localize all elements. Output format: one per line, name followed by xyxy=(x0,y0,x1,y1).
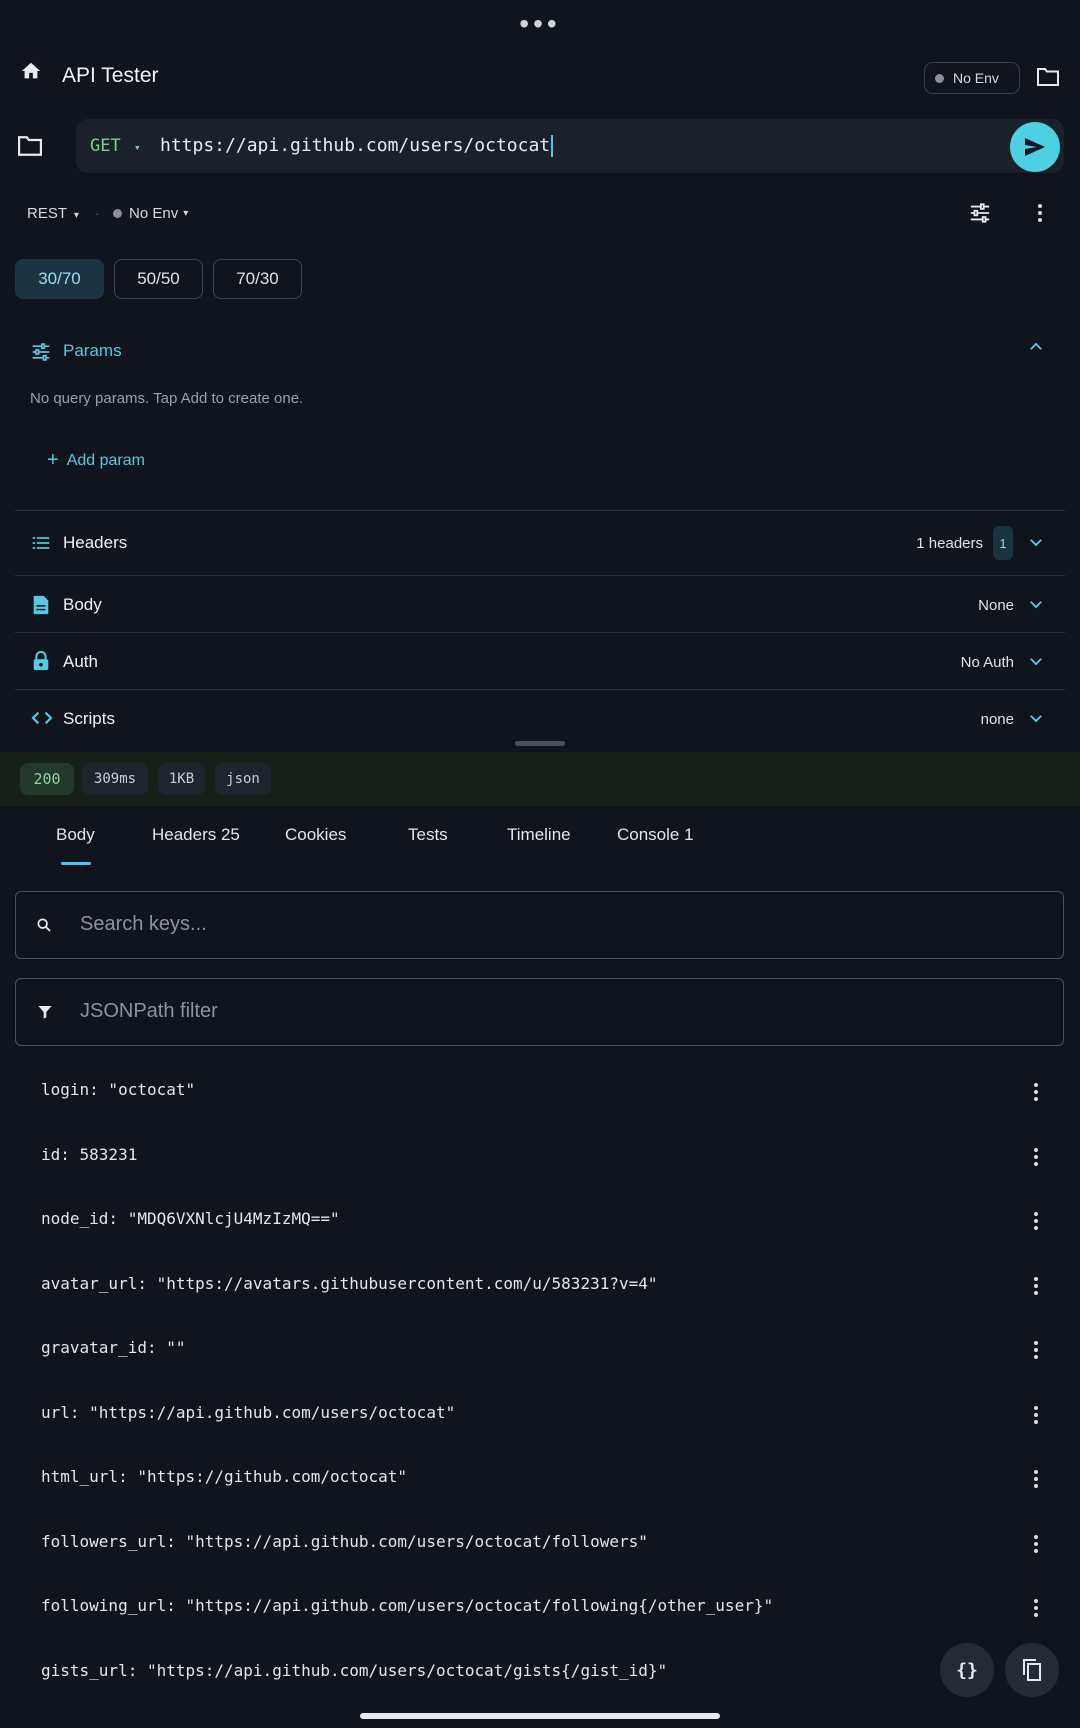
headers-count: 1 headers xyxy=(916,535,983,552)
protocol-selector[interactable]: REST ▾ xyxy=(27,205,79,222)
env-status-dot-icon xyxy=(935,73,944,83)
json-row[interactable]: followers_url: "https://api.github.com/u… xyxy=(41,1532,648,1551)
split-30-70-button[interactable]: 30/70 xyxy=(15,259,104,299)
response-time-chip: 309ms xyxy=(82,763,148,795)
active-tab-indicator xyxy=(61,862,91,865)
json-row[interactable]: url: "https://api.github.com/users/octoc… xyxy=(41,1403,455,1422)
tab-body[interactable]: Body xyxy=(56,825,95,845)
window-menu-dots[interactable]: ••• xyxy=(0,10,1080,38)
divider xyxy=(15,632,1065,633)
jsonpath-filter-placeholder: JSONPath filter xyxy=(80,1000,218,1022)
row-more-icon[interactable] xyxy=(1030,1338,1042,1362)
response-size-chip: 1KB xyxy=(158,763,205,795)
split-50-50-button[interactable]: 50/50 xyxy=(114,259,203,299)
body-type-value: None xyxy=(978,597,1014,614)
environment-pill-label: No Env xyxy=(953,70,999,86)
url-value: https://api.github.com/users/octocat xyxy=(160,135,551,156)
code-icon xyxy=(31,709,53,732)
copy-button[interactable] xyxy=(1005,1643,1059,1697)
text-caret xyxy=(551,135,554,157)
headers-section-title[interactable]: Headers xyxy=(63,533,127,553)
chevron-down-icon[interactable] xyxy=(1027,595,1045,618)
method-label: GET xyxy=(90,136,121,156)
more-vert-icon[interactable] xyxy=(1034,201,1046,225)
tab-headers[interactable]: Headers 25 xyxy=(152,825,240,845)
collections-folder-icon[interactable] xyxy=(16,134,44,163)
split-drag-handle[interactable] xyxy=(515,741,565,746)
json-row[interactable]: html_url: "https://github.com/octocat" xyxy=(41,1467,407,1486)
row-more-icon[interactable] xyxy=(1030,1532,1042,1556)
row-more-icon[interactable] xyxy=(1030,1403,1042,1427)
body-section-title[interactable]: Body xyxy=(63,595,102,615)
response-format-chip: json xyxy=(215,763,271,795)
env-selector-label: No Env xyxy=(129,205,179,222)
tab-console[interactable]: Console 1 xyxy=(617,825,694,845)
env-dot-icon xyxy=(113,209,122,218)
row-more-icon[interactable] xyxy=(1030,1274,1042,1298)
status-code-chip: 200 xyxy=(20,763,74,795)
method-selector[interactable]: GET ▾ xyxy=(90,136,141,156)
json-row[interactable]: login: "octocat" xyxy=(41,1080,195,1099)
json-row[interactable]: id: 583231 xyxy=(41,1145,137,1164)
json-row[interactable]: node_id: "MDQ6VXNlcjU4MzIzMQ==" xyxy=(41,1209,340,1228)
split-70-30-button[interactable]: 70/30 xyxy=(213,259,302,299)
chevron-down-icon: ▾ xyxy=(73,210,79,221)
braces-icon: {} xyxy=(956,1659,978,1681)
row-more-icon[interactable] xyxy=(1030,1596,1042,1620)
protocol-label: REST xyxy=(27,205,67,222)
params-title[interactable]: Params xyxy=(63,341,122,361)
search-icon xyxy=(36,917,52,938)
chevron-down-icon: ▾ xyxy=(183,208,189,219)
add-param-button[interactable]: + Add param xyxy=(47,449,145,472)
home-icon[interactable] xyxy=(20,60,42,87)
search-keys-placeholder: Search keys... xyxy=(80,913,207,935)
divider xyxy=(15,689,1065,690)
home-indicator[interactable] xyxy=(360,1713,720,1719)
chevron-down-icon[interactable] xyxy=(1027,533,1045,556)
send-button[interactable] xyxy=(1010,122,1060,172)
plus-icon: + xyxy=(47,449,59,471)
row-more-icon[interactable] xyxy=(1030,1080,1042,1104)
divider xyxy=(15,575,1065,576)
format-json-button[interactable]: {} xyxy=(940,1643,994,1697)
list-icon xyxy=(31,533,51,558)
lock-icon xyxy=(32,650,50,676)
divider xyxy=(15,510,1065,511)
document-icon xyxy=(32,595,50,620)
json-row[interactable]: gists_url: "https://api.github.com/users… xyxy=(41,1661,667,1680)
chevron-down-icon: ▾ xyxy=(133,141,141,154)
chevron-down-icon[interactable] xyxy=(1027,652,1045,675)
folder-icon[interactable] xyxy=(1036,66,1060,93)
add-param-label: Add param xyxy=(66,451,145,469)
auth-section-title[interactable]: Auth xyxy=(63,652,98,672)
app-title: API Tester xyxy=(62,64,159,87)
environment-pill[interactable]: No Env xyxy=(924,62,1020,94)
scripts-section-title[interactable]: Scripts xyxy=(63,709,115,729)
filter-icon xyxy=(37,1004,53,1025)
tab-cookies[interactable]: Cookies xyxy=(285,825,346,845)
url-input[interactable]: https://api.github.com/users/octocat xyxy=(160,135,554,157)
copy-icon xyxy=(1023,1659,1041,1681)
chevron-down-icon[interactable] xyxy=(1027,709,1045,732)
env-selector[interactable]: No Env ▾ xyxy=(113,205,188,222)
auth-type-value: No Auth xyxy=(960,654,1014,671)
params-tune-icon xyxy=(31,342,51,367)
tab-timeline[interactable]: Timeline xyxy=(507,825,571,845)
json-row[interactable]: gravatar_id: "" xyxy=(41,1338,186,1357)
row-more-icon[interactable] xyxy=(1030,1209,1042,1233)
json-row[interactable]: avatar_url: "https://avatars.githubuserc… xyxy=(41,1274,658,1293)
tab-tests[interactable]: Tests xyxy=(408,825,448,845)
headers-badge: 1 xyxy=(993,526,1013,560)
row-more-icon[interactable] xyxy=(1030,1467,1042,1491)
send-icon xyxy=(1025,138,1045,156)
chevron-up-icon[interactable] xyxy=(1027,338,1045,361)
json-row[interactable]: following_url: "https://api.github.com/u… xyxy=(41,1596,773,1615)
separator-dot: · xyxy=(95,205,100,221)
row-more-icon[interactable] xyxy=(1030,1145,1042,1169)
scripts-value: none xyxy=(980,711,1014,728)
tune-icon[interactable] xyxy=(969,202,991,229)
params-empty-text: No query params. Tap Add to create one. xyxy=(30,390,304,407)
